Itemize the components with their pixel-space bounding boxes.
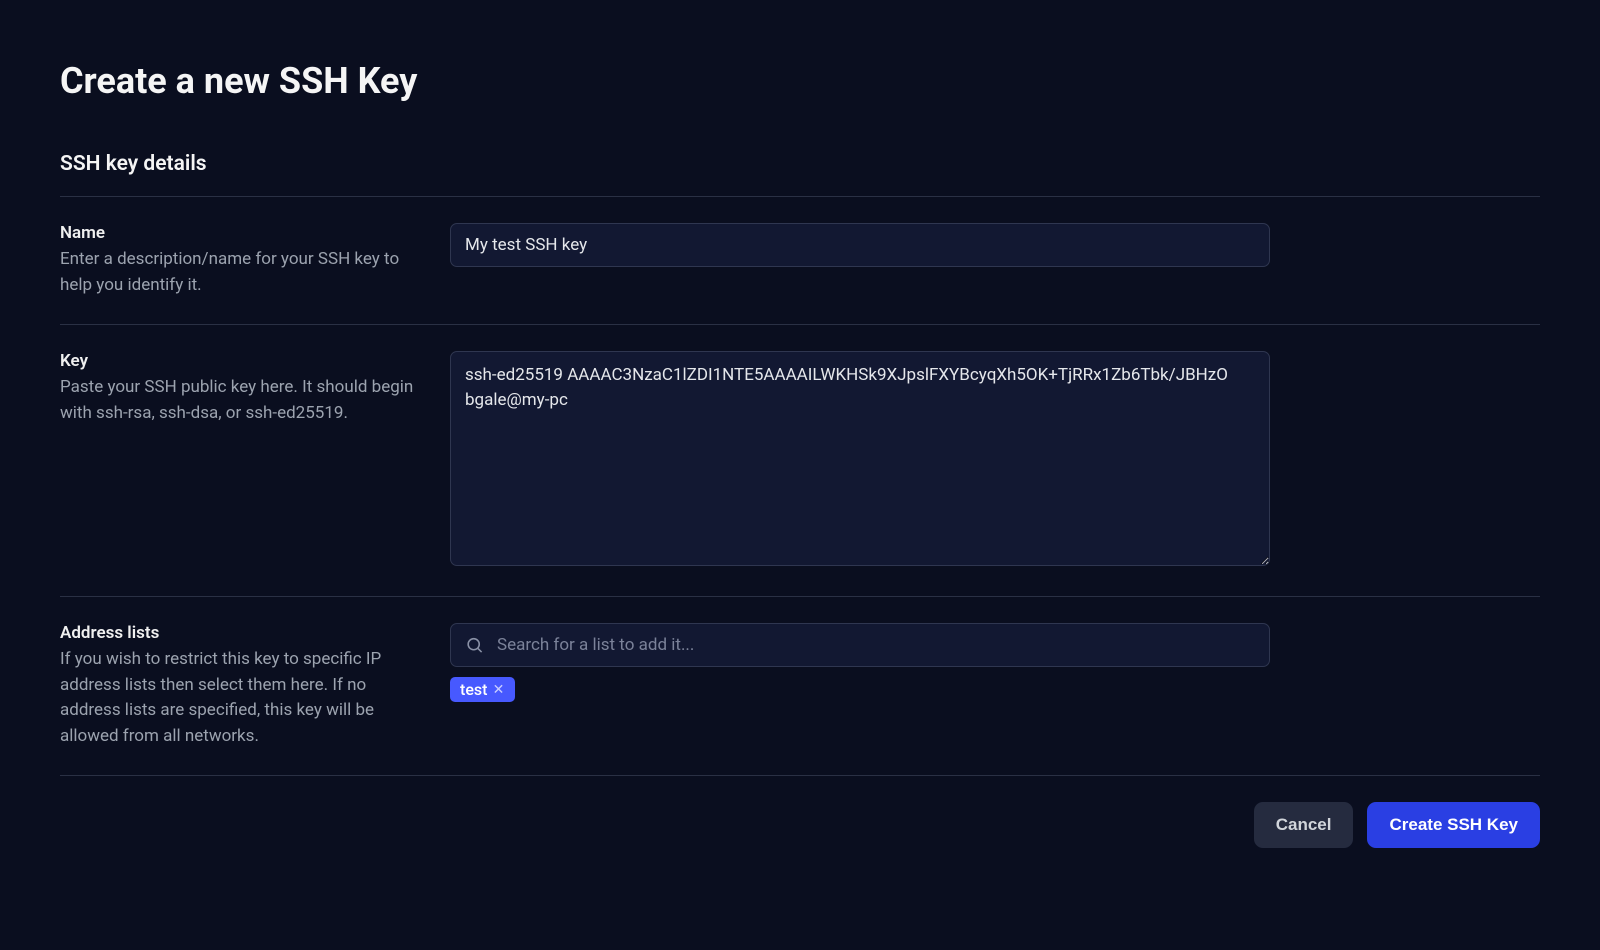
create-ssh-key-button[interactable]: Create SSH Key <box>1367 802 1540 848</box>
name-label: Name <box>60 223 420 243</box>
name-help: Enter a description/name for your SSH ke… <box>60 247 420 298</box>
field-row-address-lists: Address lists If you wish to restrict th… <box>60 597 1540 775</box>
close-icon[interactable]: ✕ <box>489 681 507 699</box>
address-lists-label: Address lists <box>60 623 420 643</box>
page-title: Create a new SSH Key <box>60 60 1540 102</box>
key-textarea[interactable]: ssh-ed25519 AAAAC3NzaC1lZDI1NTE5AAAAILWK… <box>450 351 1270 566</box>
address-lists-chips: test ✕ <box>450 677 1270 702</box>
key-label: Key <box>60 351 420 371</box>
form-actions: Cancel Create SSH Key <box>60 776 1540 848</box>
search-icon <box>465 636 484 655</box>
section-title: SSH key details <box>60 152 1540 176</box>
key-help: Paste your SSH public key here. It shoul… <box>60 375 420 426</box>
field-row-name: Name Enter a description/name for your S… <box>60 197 1540 324</box>
name-input[interactable] <box>450 223 1270 267</box>
address-lists-help: If you wish to restrict this key to spec… <box>60 647 420 749</box>
chip-label: test <box>460 680 487 699</box>
address-list-chip[interactable]: test ✕ <box>450 677 515 702</box>
field-row-key: Key Paste your SSH public key here. It s… <box>60 325 1540 596</box>
cancel-button[interactable]: Cancel <box>1254 802 1354 848</box>
address-lists-search-input[interactable] <box>450 623 1270 667</box>
